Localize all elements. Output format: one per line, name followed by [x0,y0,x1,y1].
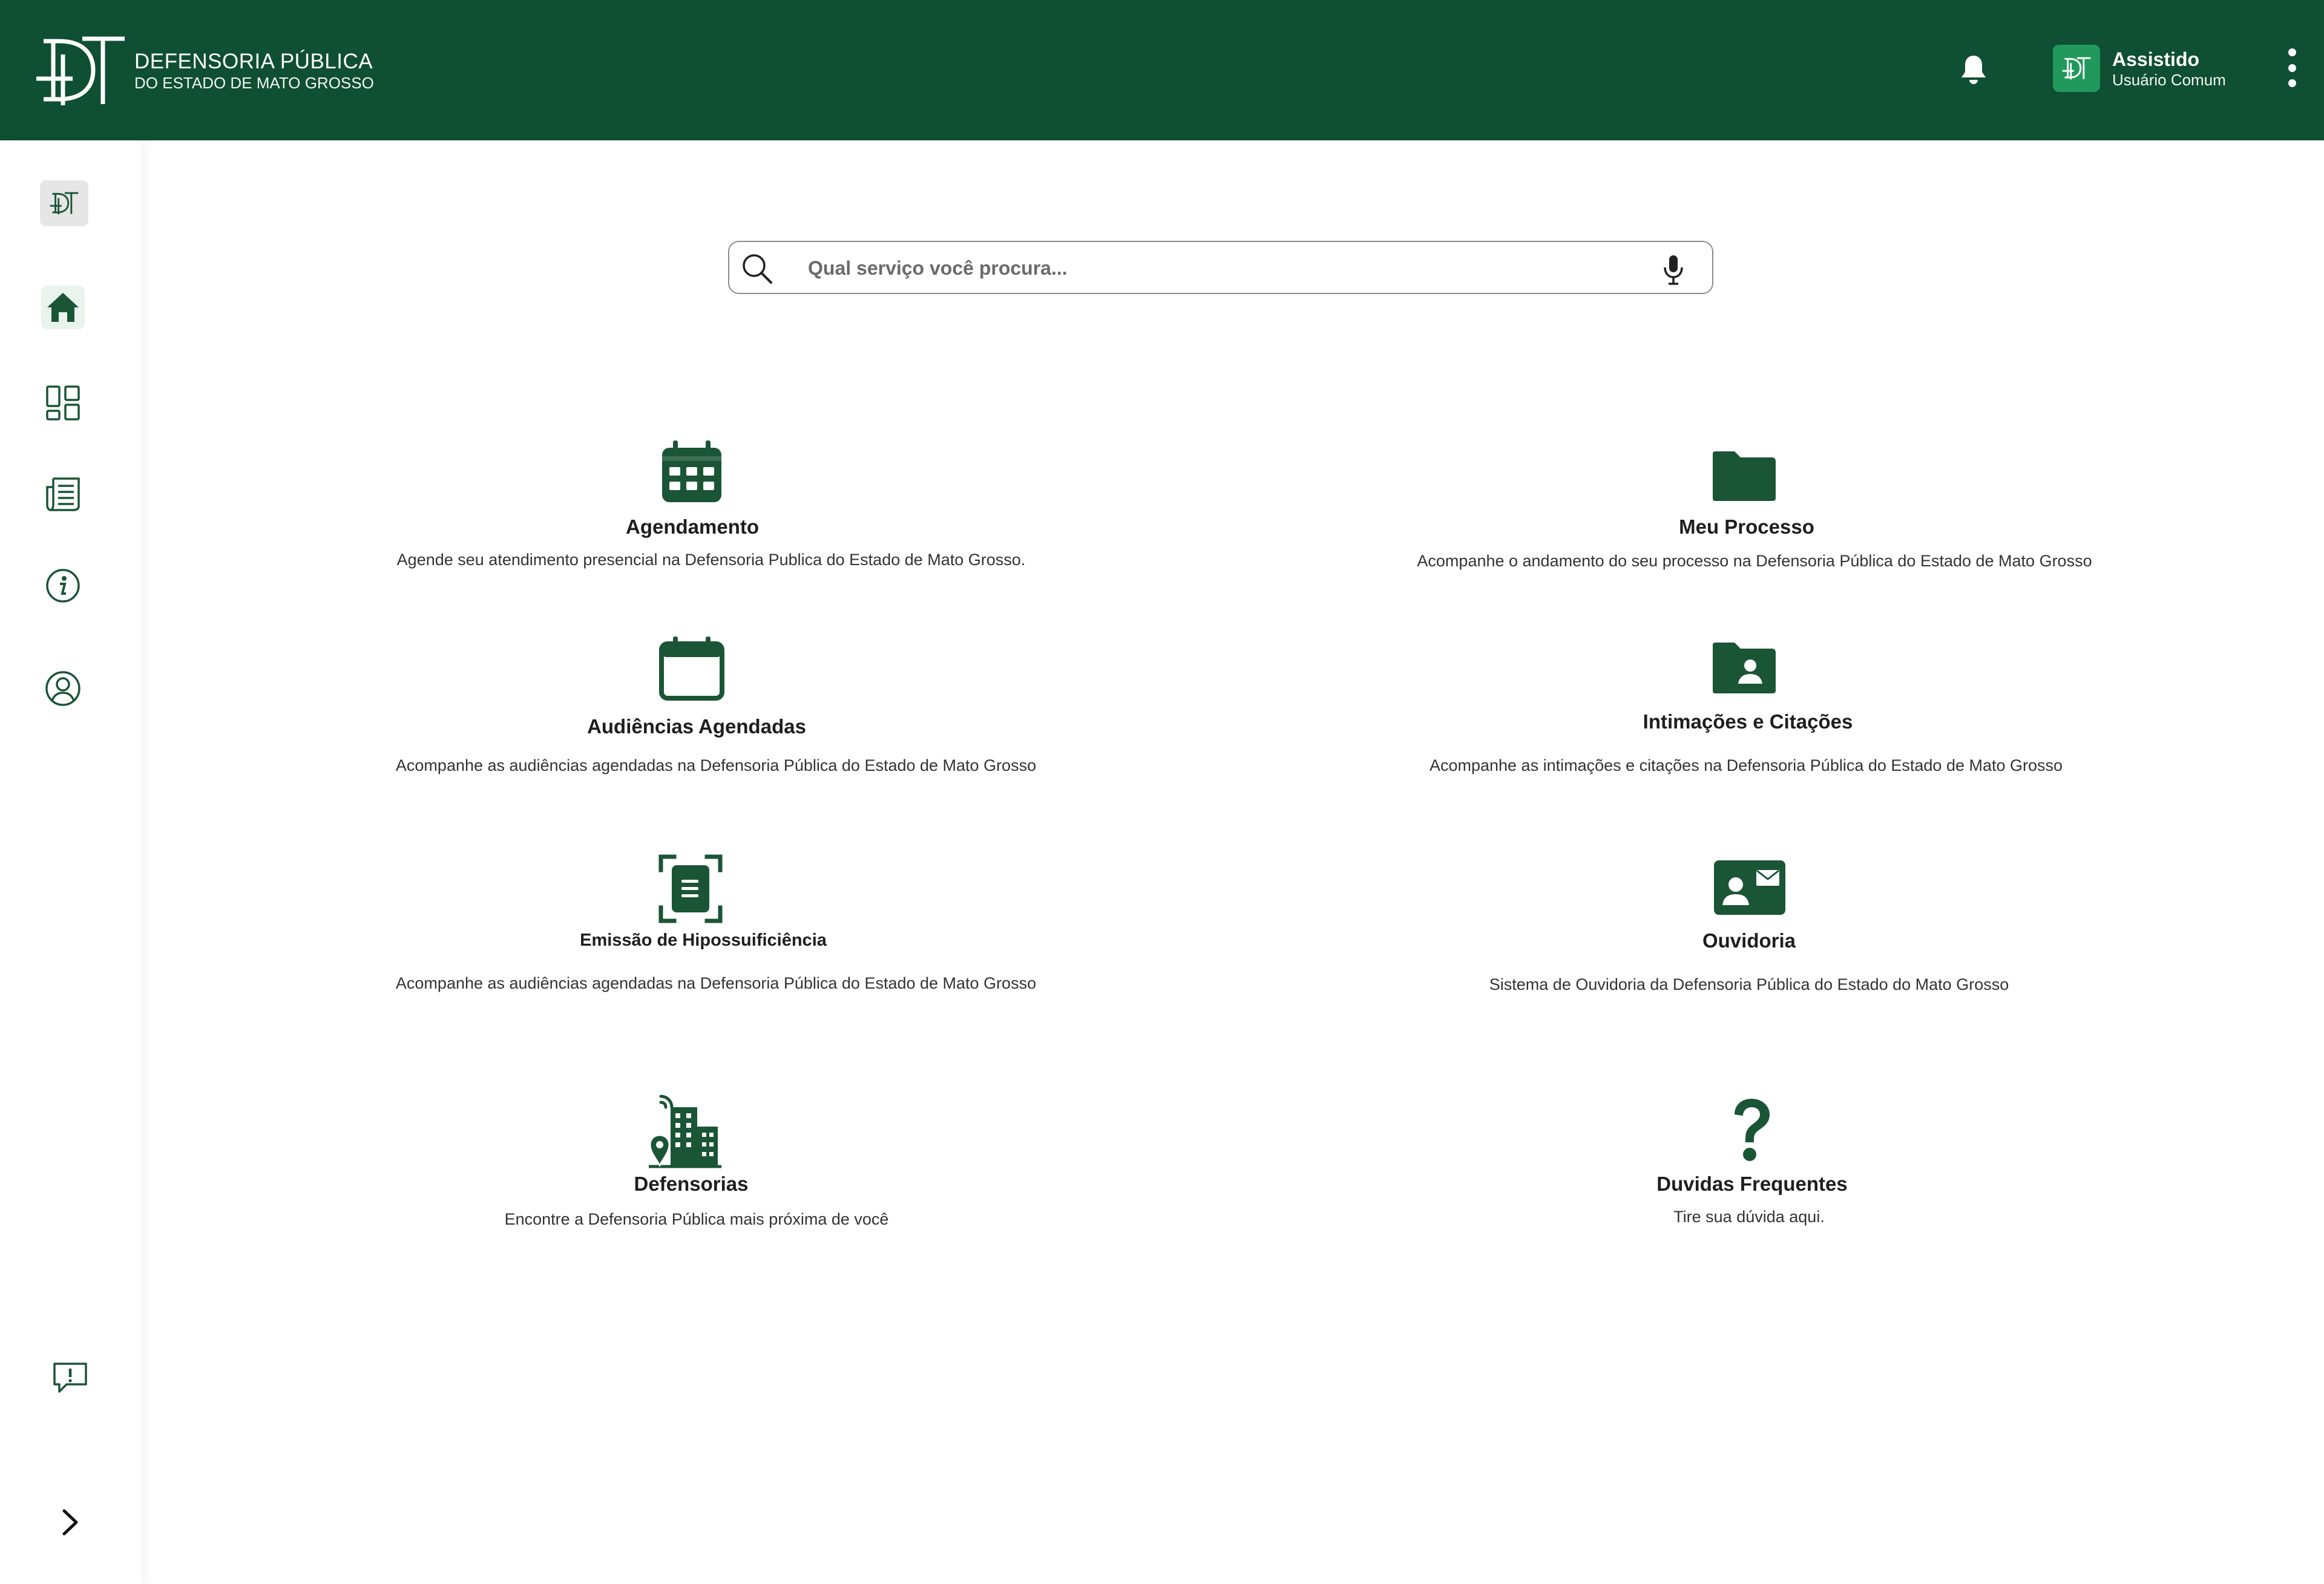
building-location-icon [649,1095,721,1168]
sidebar-item-dashboard[interactable] [38,378,88,428]
home-icon [47,293,79,322]
service-title: Audiências Agendadas [587,715,806,738]
brand-logo[interactable]: DEFENSORIA PÚBLICA DO ESTADO DE MATO GRO… [35,36,374,105]
top-bar: DEFENSORIA PÚBLICA DO ESTADO DE MATO GRO… [0,0,2324,140]
search-icon[interactable] [741,253,773,284]
service-description: Agende seu atendimento presencial na Def… [396,551,1026,569]
sidebar-item-profile[interactable] [38,663,88,714]
user-menu[interactable]: Assistido Usuário Comum [2053,45,2226,92]
user-circle-icon [45,671,80,706]
brand-logo-icon [36,36,125,105]
brand-logo-icon [50,192,79,215]
notifications-bell-icon[interactable] [1958,53,1989,85]
folder-user-icon [1713,643,1776,693]
search-input[interactable] [808,253,1595,283]
microphone-icon[interactable] [1663,254,1684,286]
user-name: Assistido [2112,48,2200,70]
sidebar-item-info[interactable] [38,560,88,611]
avatar [2053,45,2100,92]
contact-card-icon [1714,860,1785,915]
service-title: Emissão de Hipossuificiência [580,931,827,950]
sidebar-item-brand[interactable] [40,180,88,226]
calendar-grid-icon [662,440,721,502]
sidebar [0,140,142,1584]
brand-title: DEFENSORIA PÚBLICA [134,50,373,73]
folder-icon [1713,451,1776,501]
feedback-icon [53,1363,87,1393]
service-description: Acompanhe as audiências agendadas na Def… [395,974,1037,992]
sidebar-item-news[interactable] [38,468,88,519]
info-icon [46,569,80,603]
calendar-icon [659,637,724,701]
question-icon [1735,1099,1770,1161]
service-title: Meu Processo [1679,515,1814,538]
avatar-logo-icon [2062,57,2091,80]
service-description: Tire sua dúvida aqui. [1673,1208,1825,1226]
service-title: Duvidas Frequentes [1656,1173,1848,1195]
more-options-icon[interactable] [2284,48,2300,87]
service-title: Ouvidoria [1702,929,1796,952]
service-title: Agendamento [625,515,760,538]
service-description: Acompanhe as audiências agendadas na Def… [395,756,1037,774]
expand-sidebar-button[interactable] [45,1497,96,1548]
document-scan-icon [658,854,723,923]
dashboard-icon [46,385,80,421]
chevron-right-icon [62,1509,78,1536]
service-description: Sistema de Ouvidoria da Defensoria Públi… [1489,975,2009,993]
service-description: Acompanhe as intimações e citações na De… [1429,756,2063,774]
user-role: Usuário Comum [2112,71,2226,89]
service-description: Acompanhe o andamento do seu processo na… [1417,552,2092,570]
search-bar[interactable] [728,241,1713,294]
brand-subtitle: DO ESTADO DE MATO GROSSO [134,74,374,92]
service-title: Intimações e Citações [1643,710,1853,733]
service-title: Defensorias [634,1173,749,1195]
sidebar-item-home[interactable] [41,286,85,329]
service-description: Encontre a Defensoria Pública mais próxi… [504,1210,889,1228]
news-icon [46,477,80,511]
feedback-button[interactable] [45,1353,96,1404]
